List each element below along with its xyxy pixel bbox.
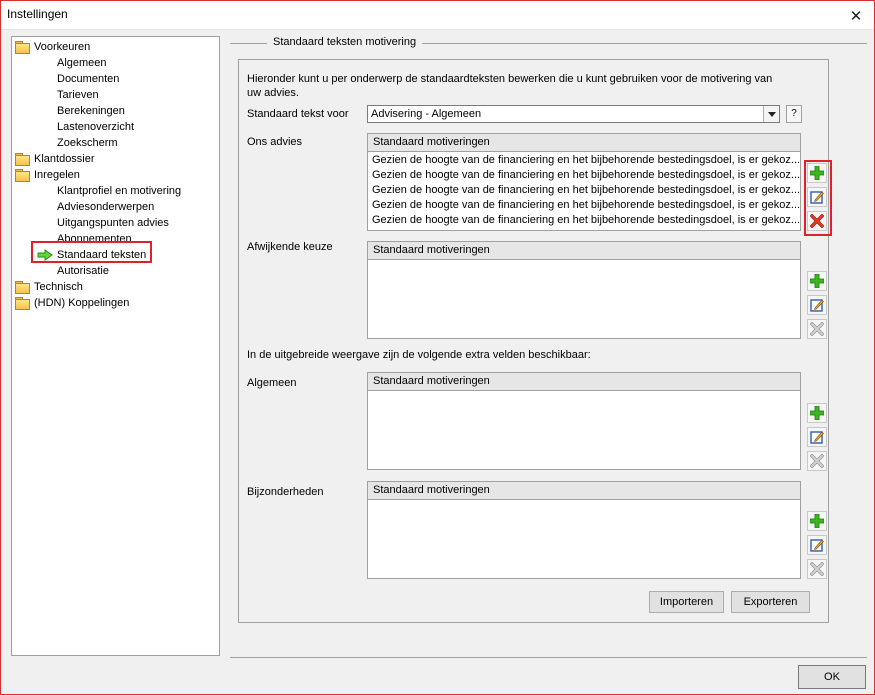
list-header[interactable]: Standaard motiveringen: [368, 134, 800, 152]
title-bar: Instellingen ✕: [1, 1, 874, 30]
tree-item-technisch[interactable]: Technisch: [15, 279, 83, 295]
bijzonderheden-label: Bijzonderheden: [247, 486, 324, 498]
tree-item-klantdossier[interactable]: Klantdossier: [15, 151, 95, 167]
bijzonderheden-list[interactable]: Standaard motiveringen: [367, 481, 801, 579]
tree-item-uitgangspunten[interactable]: Uitgangspunten advies: [57, 215, 169, 231]
ok-button[interactable]: OK: [798, 665, 866, 689]
list-item[interactable]: Gezien de hoogte van de financiering en …: [368, 153, 800, 168]
afwijkende-keuze-label: Afwijkende keuze: [247, 241, 333, 253]
extended-note: In de uitgebreide weergave zijn de volge…: [247, 349, 591, 361]
tree-item-hdn-koppelingen[interactable]: (HDN) Koppelingen: [15, 295, 129, 311]
list-header[interactable]: Standaard motiveringen: [368, 482, 800, 500]
tree-item-inregelen[interactable]: Inregelen: [15, 167, 80, 183]
delete-button[interactable]: [807, 559, 827, 579]
section-title: Standaard teksten motivering: [267, 36, 423, 48]
add-icon: [810, 514, 824, 528]
window-title: Instellingen: [7, 7, 68, 21]
folder-icon: [15, 41, 30, 54]
algemeen-list[interactable]: Standaard motiveringen: [367, 372, 801, 470]
standaard-tekst-label: Standaard tekst voor: [247, 108, 349, 120]
bottom-divider: [230, 657, 867, 658]
list-item[interactable]: Gezien de hoogte van de financiering en …: [368, 198, 800, 213]
tree-item-autorisatie[interactable]: Autorisatie: [57, 263, 109, 279]
combo-value: Advisering - Algemeen: [371, 108, 482, 120]
ons-advies-label: Ons advies: [247, 136, 303, 148]
add-button[interactable]: [807, 271, 827, 291]
list-item[interactable]: Gezien de hoogte van de financiering en …: [368, 183, 800, 198]
folder-icon: [15, 281, 30, 294]
settings-window: Instellingen ✕ Voorkeuren Algemeen Docum…: [0, 0, 875, 695]
help-button[interactable]: ?: [786, 105, 802, 123]
list-header[interactable]: Standaard motiveringen: [368, 242, 800, 260]
delete-icon: [810, 454, 824, 468]
tree-item-lastenoverzicht[interactable]: Lastenoverzicht: [57, 119, 134, 135]
dropdown-arrow-icon[interactable]: [763, 106, 779, 122]
close-icon[interactable]: ✕: [838, 1, 874, 30]
edit-button[interactable]: [807, 427, 827, 447]
folder-icon: [15, 297, 30, 310]
exporteren-button[interactable]: Exporteren: [731, 591, 810, 613]
tree-item-klantprofiel[interactable]: Klantprofiel en motivering: [57, 183, 181, 199]
tree-item-algemeen[interactable]: Algemeen: [57, 55, 107, 71]
afwijkende-keuze-list[interactable]: Standaard motiveringen: [367, 241, 801, 339]
delete-button[interactable]: [807, 451, 827, 471]
selection-highlight: [31, 241, 152, 263]
add-button[interactable]: [807, 403, 827, 423]
importeren-button[interactable]: Importeren: [649, 591, 724, 613]
settings-tree[interactable]: Voorkeuren Algemeen Documenten Tarieven …: [11, 36, 220, 656]
edit-icon: [810, 431, 824, 444]
tree-item-tarieven[interactable]: Tarieven: [57, 87, 99, 103]
delete-icon: [810, 322, 824, 336]
list-header[interactable]: Standaard motiveringen: [368, 373, 800, 391]
edit-button[interactable]: [807, 535, 827, 555]
edit-icon: [810, 299, 824, 312]
list-item[interactable]: Gezien de hoogte van de financiering en …: [368, 168, 800, 183]
folder-icon: [15, 169, 30, 182]
list-item[interactable]: Gezien de hoogte van de financiering en …: [368, 213, 800, 228]
tree-item-adviesonderwerpen[interactable]: Adviesonderwerpen: [57, 199, 154, 215]
edit-icon: [810, 539, 824, 552]
tree-item-documenten[interactable]: Documenten: [57, 71, 119, 87]
delete-icon: [810, 562, 824, 576]
folder-icon: [15, 153, 30, 166]
tree-item-zoekscherm[interactable]: Zoekscherm: [57, 135, 118, 151]
add-icon: [810, 406, 824, 420]
ons-advies-list[interactable]: Standaard motiveringen Gezien de hoogte …: [367, 133, 801, 231]
delete-button[interactable]: [807, 319, 827, 339]
add-button[interactable]: [807, 511, 827, 531]
action-buttons-highlight: [804, 160, 832, 236]
tree-item-voorkeuren[interactable]: Voorkeuren: [15, 39, 90, 55]
algemeen-label: Algemeen: [247, 377, 297, 389]
edit-button[interactable]: [807, 295, 827, 315]
tree-item-berekeningen[interactable]: Berekeningen: [57, 103, 125, 119]
add-icon: [810, 274, 824, 288]
description-text: Hieronder kunt u per onderwerp de standa…: [247, 73, 773, 99]
standaard-tekst-select[interactable]: Advisering - Algemeen: [367, 105, 780, 123]
